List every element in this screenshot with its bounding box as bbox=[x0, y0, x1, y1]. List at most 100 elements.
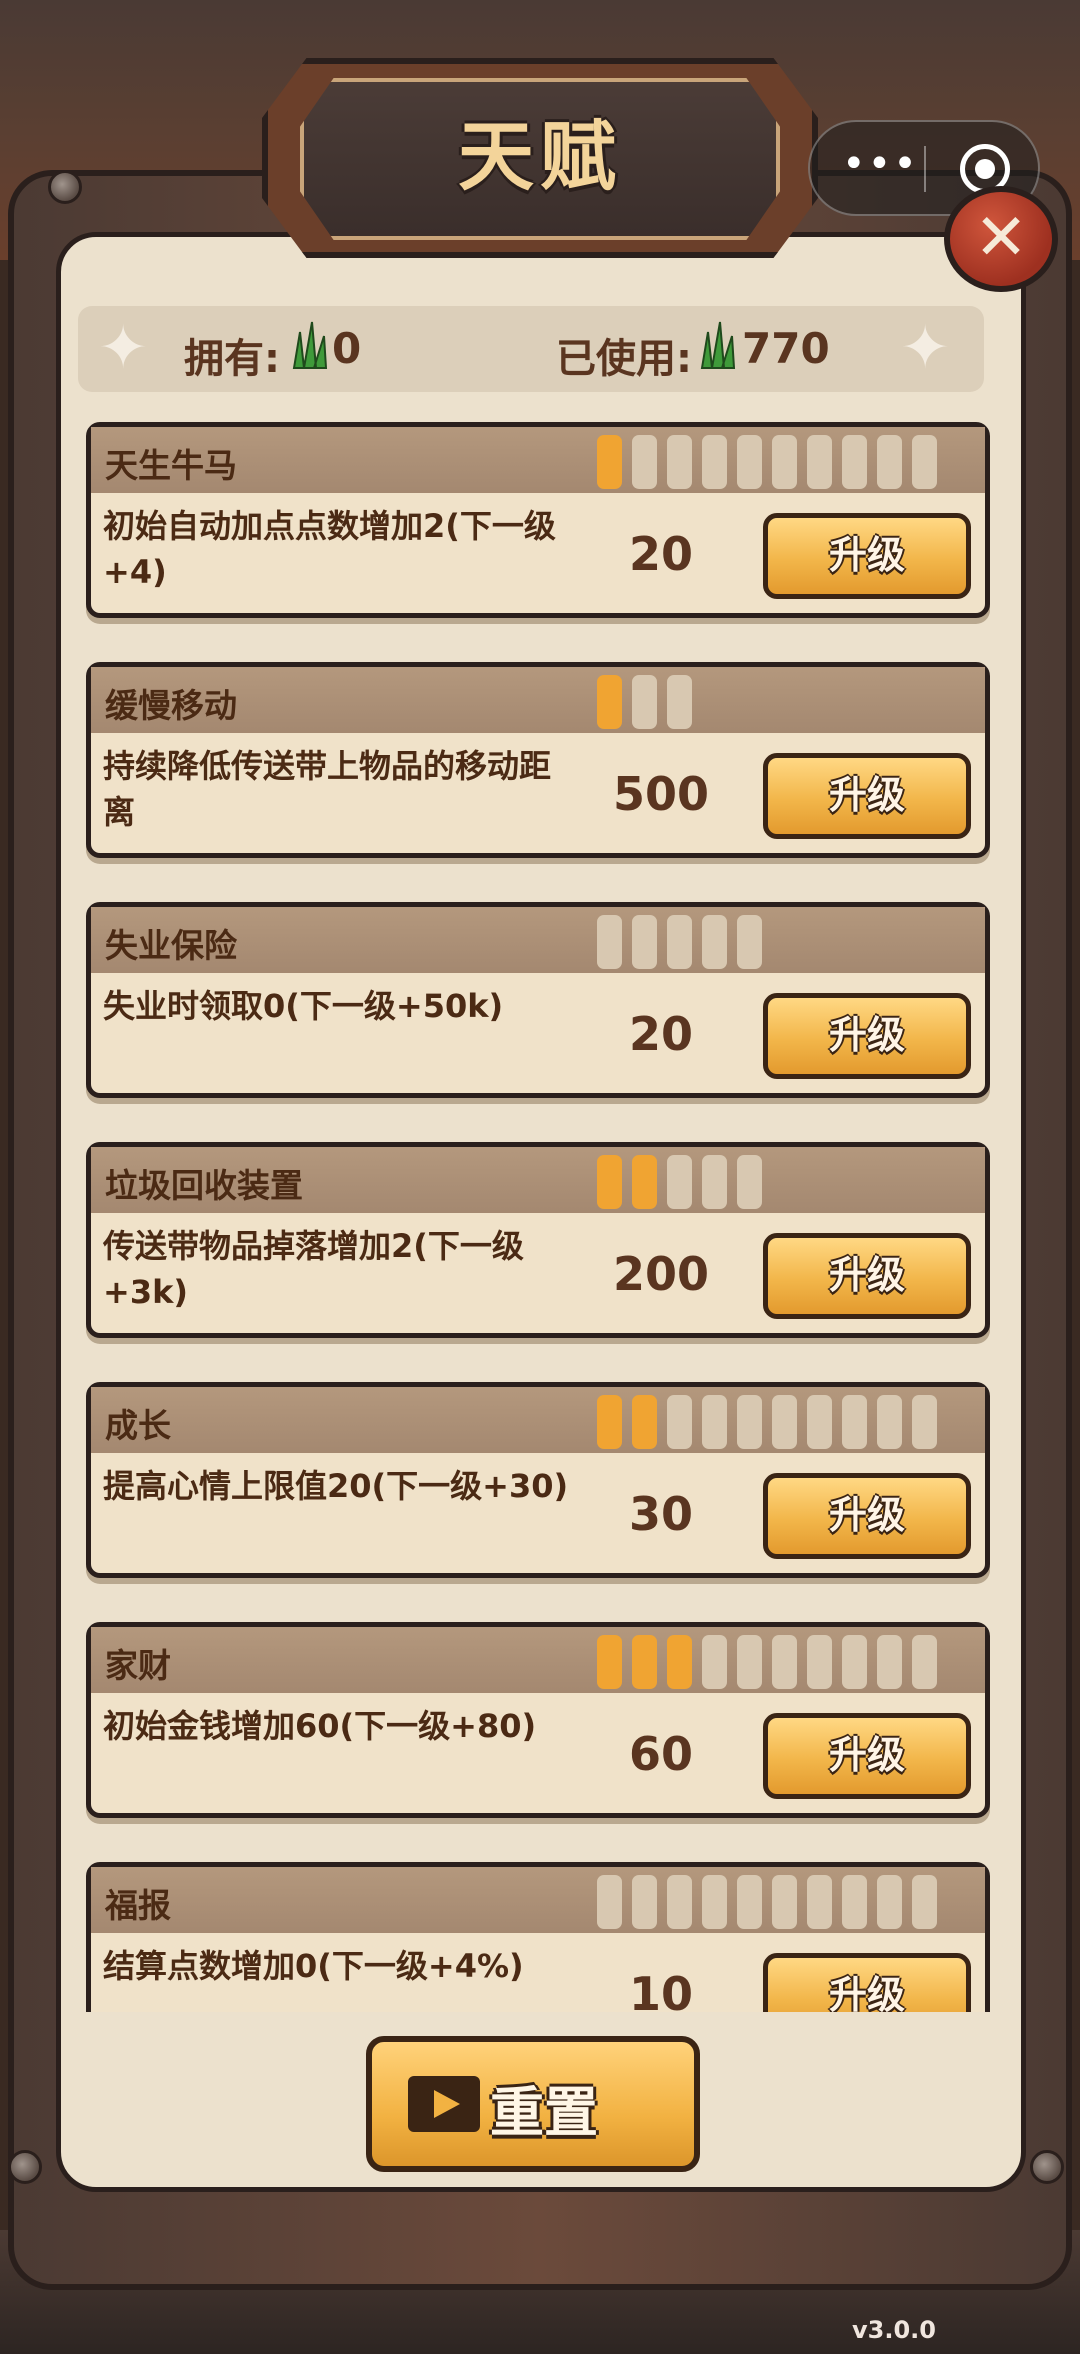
level-pip-filled bbox=[632, 1635, 657, 1689]
level-pip-empty bbox=[667, 1155, 692, 1209]
level-pip-empty bbox=[842, 1875, 867, 1929]
talent-card: 成长 提高心情上限值20(下一级+30) 30 升级 bbox=[86, 1382, 990, 1578]
video-ad-icon bbox=[408, 2076, 480, 2132]
level-pip-empty bbox=[912, 435, 937, 489]
level-pip-empty bbox=[842, 1395, 867, 1449]
talent-desc: 初始自动加点点数增加2(下一级+4) bbox=[103, 507, 556, 591]
level-pip-empty bbox=[632, 1875, 657, 1929]
level-pip-empty bbox=[842, 435, 867, 489]
bolt-icon bbox=[1030, 2150, 1064, 2184]
capsule-divider bbox=[924, 146, 926, 192]
talent-card: 家财 初始金钱增加60(下一级+80) 60 升级 bbox=[86, 1622, 990, 1818]
level-pip-empty bbox=[807, 1635, 832, 1689]
level-pip-empty bbox=[772, 1875, 797, 1929]
level-pip-empty bbox=[632, 675, 657, 729]
level-pip-empty bbox=[667, 915, 692, 969]
bolt-icon bbox=[48, 170, 82, 204]
level-pip-empty bbox=[597, 1875, 622, 1929]
talent-name: 成长 bbox=[105, 1406, 171, 1445]
used-label: 已使用: bbox=[556, 336, 692, 382]
talent-card: 失业保险 失业时领取0(下一级+50k) 20 升级 bbox=[86, 902, 990, 1098]
level-pip-empty bbox=[807, 1395, 832, 1449]
reset-button[interactable]: 重置 bbox=[366, 2036, 700, 2172]
level-pip-empty bbox=[877, 1875, 902, 1929]
level-pip-empty bbox=[667, 675, 692, 729]
level-pip-filled bbox=[667, 1635, 692, 1689]
talent-desc: 传送带物品掉落增加2(下一级+3k) bbox=[103, 1227, 524, 1311]
owned-value: 0 bbox=[332, 324, 362, 373]
level-pip-empty bbox=[807, 435, 832, 489]
upgrade-button[interactable]: 升级 bbox=[763, 513, 971, 599]
upgrade-button[interactable]: 升级 bbox=[763, 1473, 971, 1559]
level-pip-empty bbox=[667, 435, 692, 489]
close-icon: ✕ bbox=[974, 201, 1028, 275]
bolt-icon bbox=[8, 2150, 42, 2184]
level-pip-filled bbox=[597, 435, 622, 489]
talent-card: 垃圾回收装置 传送带物品掉落增加2(下一级+3k) 200 升级 bbox=[86, 1142, 990, 1338]
level-pip-empty bbox=[632, 915, 657, 969]
talent-name: 失业保险 bbox=[105, 926, 237, 965]
talent-card: 天生牛马 初始自动加点点数增加2(下一级+4) 20 升级 bbox=[86, 422, 990, 618]
sparkle-icon: ✦ bbox=[900, 313, 951, 383]
talent-cost: 30 bbox=[628, 1487, 693, 1541]
sparkle-icon: ✦ bbox=[98, 313, 149, 383]
reset-label: 重置 bbox=[490, 2081, 598, 2144]
upgrade-button[interactable]: 升级 bbox=[763, 753, 971, 839]
close-button[interactable]: ✕ bbox=[944, 186, 1058, 292]
level-pip-empty bbox=[737, 915, 762, 969]
talent-cost: 20 bbox=[628, 527, 693, 581]
level-pip-empty bbox=[667, 1395, 692, 1449]
talent-cost: 10 bbox=[628, 1967, 693, 2012]
talent-name: 垃圾回收装置 bbox=[105, 1166, 303, 1205]
grass-icon bbox=[700, 321, 736, 369]
talent-cost: 200 bbox=[612, 1247, 710, 1301]
owned-label: 拥有: bbox=[184, 336, 280, 382]
level-pip-empty bbox=[772, 1635, 797, 1689]
talent-desc: 持续降低传送带上物品的移动距离 bbox=[103, 747, 552, 831]
talent-cost: 20 bbox=[628, 1007, 693, 1061]
grass-icon bbox=[292, 321, 328, 369]
talent-card: 缓慢移动 持续降低传送带上物品的移动距离 500 升级 bbox=[86, 662, 990, 858]
level-pip-empty bbox=[737, 1635, 762, 1689]
level-pip-empty bbox=[632, 435, 657, 489]
talent-desc: 提高心情上限值20(下一级+30) bbox=[103, 1467, 569, 1505]
more-icon[interactable]: ••• bbox=[842, 144, 919, 184]
upgrade-button[interactable]: 升级 bbox=[763, 1713, 971, 1799]
level-pip-filled bbox=[597, 675, 622, 729]
level-pip-empty bbox=[702, 1155, 727, 1209]
talent-cost: 500 bbox=[612, 767, 710, 821]
level-pip-empty bbox=[737, 435, 762, 489]
level-pip-empty bbox=[737, 1395, 762, 1449]
level-pip-empty bbox=[877, 435, 902, 489]
level-pip-empty bbox=[842, 1635, 867, 1689]
level-pip-empty bbox=[737, 1875, 762, 1929]
level-pip-empty bbox=[597, 915, 622, 969]
version-label: v3.0.0 bbox=[852, 2316, 936, 2344]
talent-name: 缓慢移动 bbox=[105, 686, 237, 725]
upgrade-button[interactable]: 升级 bbox=[763, 1233, 971, 1319]
level-pip-empty bbox=[877, 1635, 902, 1689]
level-pip-empty bbox=[772, 1395, 797, 1449]
page-title: 天赋 bbox=[458, 112, 622, 201]
talent-list[interactable]: 天生牛马 初始自动加点点数增加2(下一级+4) 20 升级 缓慢移动 持续降低传… bbox=[82, 420, 998, 2012]
talent-card: 福报 结算点数增加0(下一级+4%) 10 升级 bbox=[86, 1862, 990, 2012]
talent-cost: 60 bbox=[628, 1727, 693, 1781]
talent-desc: 初始金钱增加60(下一级+80) bbox=[103, 1707, 537, 1745]
level-pip-empty bbox=[877, 1395, 902, 1449]
level-pip-empty bbox=[912, 1635, 937, 1689]
talent-name: 福报 bbox=[105, 1886, 171, 1925]
level-pip-filled bbox=[597, 1395, 622, 1449]
talent-desc: 失业时领取0(下一级+50k) bbox=[103, 987, 504, 1025]
level-pip-empty bbox=[702, 915, 727, 969]
upgrade-button[interactable]: 升级 bbox=[763, 1953, 971, 2012]
level-pip-empty bbox=[912, 1395, 937, 1449]
used-value: 770 bbox=[742, 324, 830, 373]
level-pip-empty bbox=[702, 435, 727, 489]
talent-name: 天生牛马 bbox=[105, 446, 237, 485]
talent-desc: 结算点数增加0(下一级+4%) bbox=[103, 1947, 524, 1985]
level-pip-filled bbox=[632, 1395, 657, 1449]
stats-bar: ✦ 拥有: 0 已使用: 770 ✦ bbox=[78, 306, 984, 392]
level-pip-empty bbox=[702, 1875, 727, 1929]
level-pip-empty bbox=[912, 1875, 937, 1929]
upgrade-button[interactable]: 升级 bbox=[763, 993, 971, 1079]
